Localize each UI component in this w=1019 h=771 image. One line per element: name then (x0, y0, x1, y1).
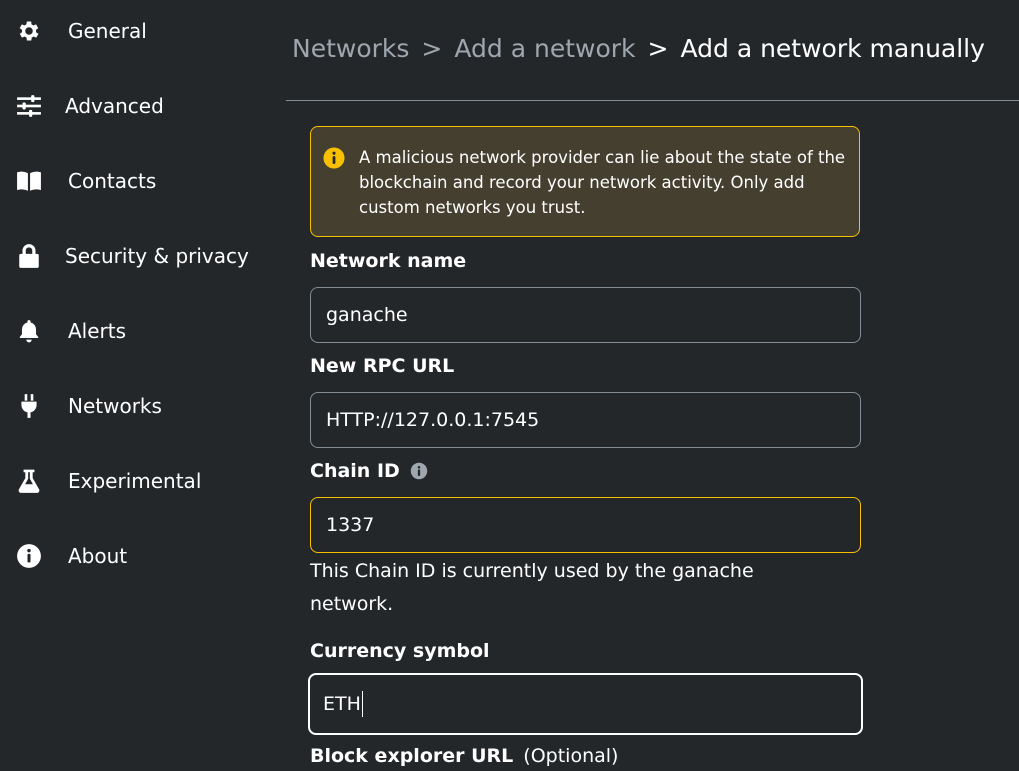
warning-info-icon (323, 147, 345, 169)
header-divider (286, 100, 1019, 101)
network-name-label-text: Network name (310, 250, 467, 272)
settings-app: General Advanced Contacts Security & pri… (0, 0, 1019, 771)
rpc-url-label: New RPC URL (310, 355, 454, 377)
info-icon[interactable] (410, 462, 428, 480)
sidebar-item-alerts[interactable]: Alerts (0, 311, 285, 351)
sidebar-item-label: Security & privacy (65, 244, 249, 268)
optional-tag: (Optional) (523, 745, 619, 767)
lock-icon (16, 243, 42, 269)
rpc-url-input[interactable]: HTTP://127.0.0.1:7545 (310, 392, 861, 448)
flask-icon (16, 468, 42, 494)
breadcrumb: Networks > Add a network > Add a network… (292, 28, 985, 68)
book-icon (16, 168, 42, 194)
sidebar-item-label: Contacts (68, 169, 157, 193)
chain-id-helper-text: This Chain ID is currently used by the g… (310, 560, 754, 615)
gear-icon (16, 18, 42, 44)
breadcrumb-separator: > (421, 33, 443, 63)
warning-banner: A malicious network provider can lie abo… (310, 126, 860, 237)
breadcrumb-separator: > (647, 33, 669, 63)
warning-text: A malicious network provider can lie abo… (359, 148, 846, 217)
sidebar-item-about[interactable]: About (0, 536, 285, 576)
settings-sidebar: General Advanced Contacts Security & pri… (0, 0, 285, 771)
sidebar-item-contacts[interactable]: Contacts (0, 161, 285, 201)
sidebar-item-label: About (68, 544, 128, 568)
chain-id-label: Chain ID (310, 460, 428, 482)
breadcrumb-networks-link[interactable]: Networks (292, 34, 409, 63)
bell-icon (16, 318, 42, 344)
block-explorer-label: Block explorer URL (Optional) (310, 745, 618, 767)
plug-icon (16, 393, 42, 419)
network-name-label: Network name (310, 250, 466, 272)
rpc-url-label-text: New RPC URL (310, 355, 455, 377)
breadcrumb-add-network-link[interactable]: Add a network (454, 34, 635, 63)
sidebar-item-security[interactable]: Security & privacy (0, 236, 285, 276)
sliders-icon (16, 93, 42, 119)
currency-symbol-input[interactable]: ETH (308, 673, 863, 735)
text-caret (361, 691, 363, 717)
sidebar-item-label: Experimental (68, 469, 202, 493)
sidebar-item-general[interactable]: General (0, 11, 285, 51)
sidebar-item-advanced[interactable]: Advanced (0, 86, 285, 126)
sidebar-item-experimental[interactable]: Experimental (0, 461, 285, 501)
rpc-url-value: HTTP://127.0.0.1:7545 (326, 409, 540, 431)
currency-symbol-label: Currency symbol (310, 640, 490, 662)
block-explorer-label-text: Block explorer URL (310, 745, 514, 767)
sidebar-item-label: Advanced (65, 94, 164, 118)
network-name-input[interactable]: ganache (310, 287, 861, 343)
currency-symbol-label-text: Currency symbol (310, 640, 490, 662)
currency-symbol-value: ETH (323, 693, 361, 715)
page-title: Add a network manually (680, 33, 985, 63)
chain-id-value: 1337 (326, 514, 375, 536)
chain-id-input[interactable]: 1337 (310, 497, 861, 553)
sidebar-item-label: General (68, 19, 147, 43)
sidebar-item-label: Networks (68, 394, 162, 418)
info-icon (16, 543, 42, 569)
chain-id-label-text: Chain ID (310, 460, 400, 482)
network-name-value: ganache (326, 304, 408, 326)
sidebar-item-networks[interactable]: Networks (0, 386, 285, 426)
sidebar-item-label: Alerts (68, 319, 127, 343)
